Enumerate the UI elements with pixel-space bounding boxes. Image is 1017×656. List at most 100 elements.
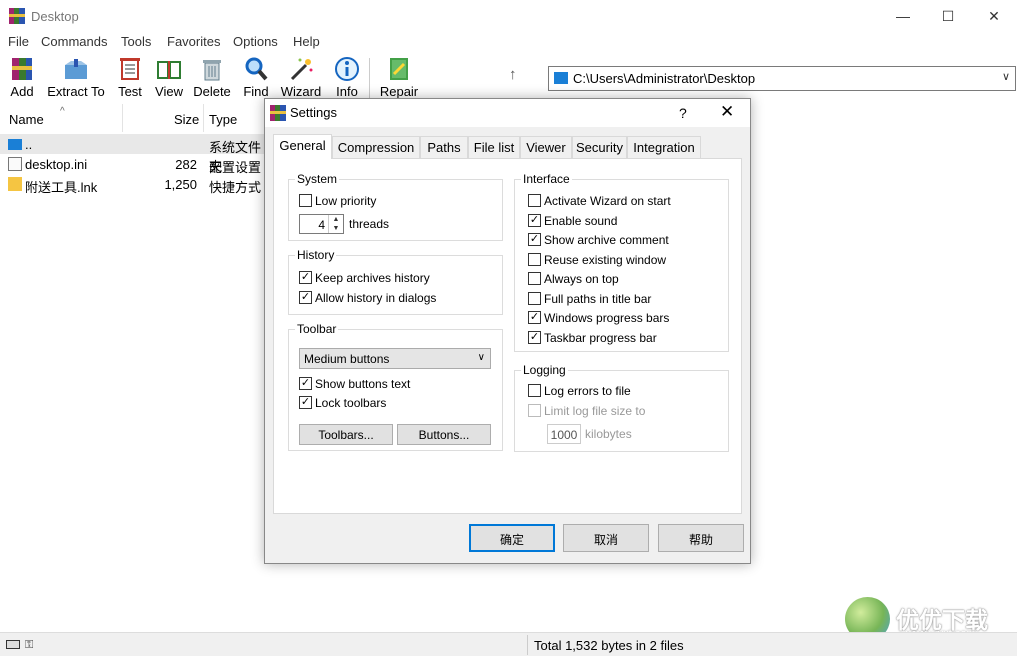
add-label: Add [10,84,34,99]
column-size[interactable]: Size [174,104,199,132]
test-button[interactable]: Test [114,56,146,102]
view-button[interactable]: View [153,56,185,102]
menu-options[interactable]: Options [233,34,278,49]
column-divider[interactable] [203,104,204,132]
logging-group: Logging Log errors to file Limit log fil… [514,363,729,452]
toolbar-separator [369,58,370,98]
repair-label: Repair [379,84,419,99]
up-folder-icon[interactable]: ↑ [509,66,517,83]
logging-group-label: Logging [521,363,568,377]
path-combobox[interactable]: C:\Users\Administrator\Desktop ∨ [548,66,1016,91]
ok-button[interactable]: 确定 [469,524,555,552]
delete-button[interactable]: Delete [193,56,231,102]
log-size-input: 1000 [547,424,581,444]
settings-file-icon [8,157,22,171]
interface-group: Interface Activate Wizard on start ✓ Ena… [514,172,729,352]
menu-tools[interactable]: Tools [121,34,151,49]
checkbox-box: ✓ [528,331,541,344]
info-icon [335,57,359,81]
add-button[interactable]: Add [6,56,38,102]
system-group: System Low priority 4 ▲ ▼ threads [288,172,503,241]
checkbox-box [528,292,541,305]
info-label: Info [336,84,358,99]
help-icon[interactable]: ? [679,105,687,121]
test-label: Test [118,84,142,99]
menu-help[interactable]: Help [293,34,320,49]
toolbars-button[interactable]: Toolbars... [299,424,393,445]
close-icon[interactable]: ✕ [720,102,734,122]
history-group-label: History [295,248,337,262]
kilobytes-label: kilobytes [585,427,632,441]
history-group: History ✓ Keep archives history ✓ Allow … [288,248,503,315]
parent-folder-icon [8,139,22,150]
close-icon: ✕ [988,7,1000,24]
minimize-button[interactable]: — [880,0,926,32]
column-name[interactable]: Name [9,104,44,132]
title-bar: Desktop — ☐ ✕ [0,0,1017,32]
checkbox-box: ✓ [299,291,312,304]
test-icon [120,58,140,80]
checkbox-box: ✓ [528,233,541,246]
menu-file[interactable]: File [8,34,29,49]
drive-icon[interactable] [6,640,20,649]
delete-label: Delete [193,84,231,99]
status-bar: ⚿ Total 1,532 bytes in 2 files [0,632,1017,656]
tab-integration[interactable]: Integration [627,136,701,158]
tab-file-list[interactable]: File list [468,136,520,158]
general-tab-page: System Low priority 4 ▲ ▼ threads History… [273,158,742,514]
tab-compression[interactable]: Compression [332,136,420,158]
menu-favorites[interactable]: Favorites [167,34,220,49]
interface-group-label: Interface [521,172,572,186]
minimize-icon: — [896,8,910,24]
threads-spinner[interactable]: 4 ▲ ▼ [299,214,344,234]
repair-button[interactable]: Repair [378,56,420,102]
folder-icon [554,72,568,84]
path-value: C:\Users\Administrator\Desktop [573,71,756,86]
help-button[interactable]: 帮助 [658,524,744,552]
winrar-app-icon [270,105,286,121]
buttons-button[interactable]: Buttons... [397,424,491,445]
checkbox-box: ✓ [528,311,541,324]
tab-paths[interactable]: Paths [420,136,468,158]
settings-dialog: Settings ? ✕ General Compression Paths F… [264,98,751,564]
list-item[interactable]: desktop.ini 282 配置设置 [0,154,300,175]
chevron-down-icon: ∨ [477,352,485,363]
checkbox-box: ✓ [528,214,541,227]
extract-icon [65,59,87,79]
checkbox-box: ✓ [299,396,312,409]
wizard-button[interactable]: Wizard [279,56,323,102]
checkbox-box [528,404,541,417]
threads-label: threads [349,217,390,231]
cancel-button[interactable]: 取消 [563,524,649,552]
key-icon[interactable]: ⚿ [25,639,33,652]
list-item[interactable]: .. 系统文件夹 [0,134,265,174]
close-button[interactable]: ✕ [971,0,1017,32]
add-archive-icon [12,58,32,80]
tab-security[interactable]: Security [572,136,627,158]
system-group-label: System [295,172,340,186]
tab-general[interactable]: General [273,134,332,159]
checkbox-box [528,384,541,397]
list-item[interactable]: 附送工具.lnk 1,250 快捷方式 [0,174,300,195]
info-button[interactable]: Info [333,56,361,102]
shortcut-icon [8,177,22,191]
repair-icon [390,58,408,80]
checkbox-box: ✓ [299,377,312,390]
spinner-arrows-icon[interactable]: ▲ ▼ [328,215,343,233]
column-divider[interactable] [122,104,123,132]
extract-to-button[interactable]: Extract To [45,56,107,102]
chevron-down-icon[interactable]: ∨ [1002,70,1010,83]
threads-value: 4 [318,218,325,232]
find-button[interactable]: Find [242,56,270,102]
menu-commands[interactable]: Commands [41,34,107,49]
checkbox-box [528,272,541,285]
dialog-title-bar: Settings ? ✕ [265,99,750,127]
toolbar-group: Toolbar Medium buttons ∨ ✓ Show buttons … [288,322,503,451]
column-type[interactable]: Type [209,104,237,132]
maximize-button[interactable]: ☐ [925,0,971,32]
button-size-select[interactable]: Medium buttons ∨ [299,348,491,369]
winrar-app-icon [9,8,25,24]
tab-viewer[interactable]: Viewer [520,136,572,158]
view-label: View [155,84,183,99]
magnifier-icon [245,57,268,81]
